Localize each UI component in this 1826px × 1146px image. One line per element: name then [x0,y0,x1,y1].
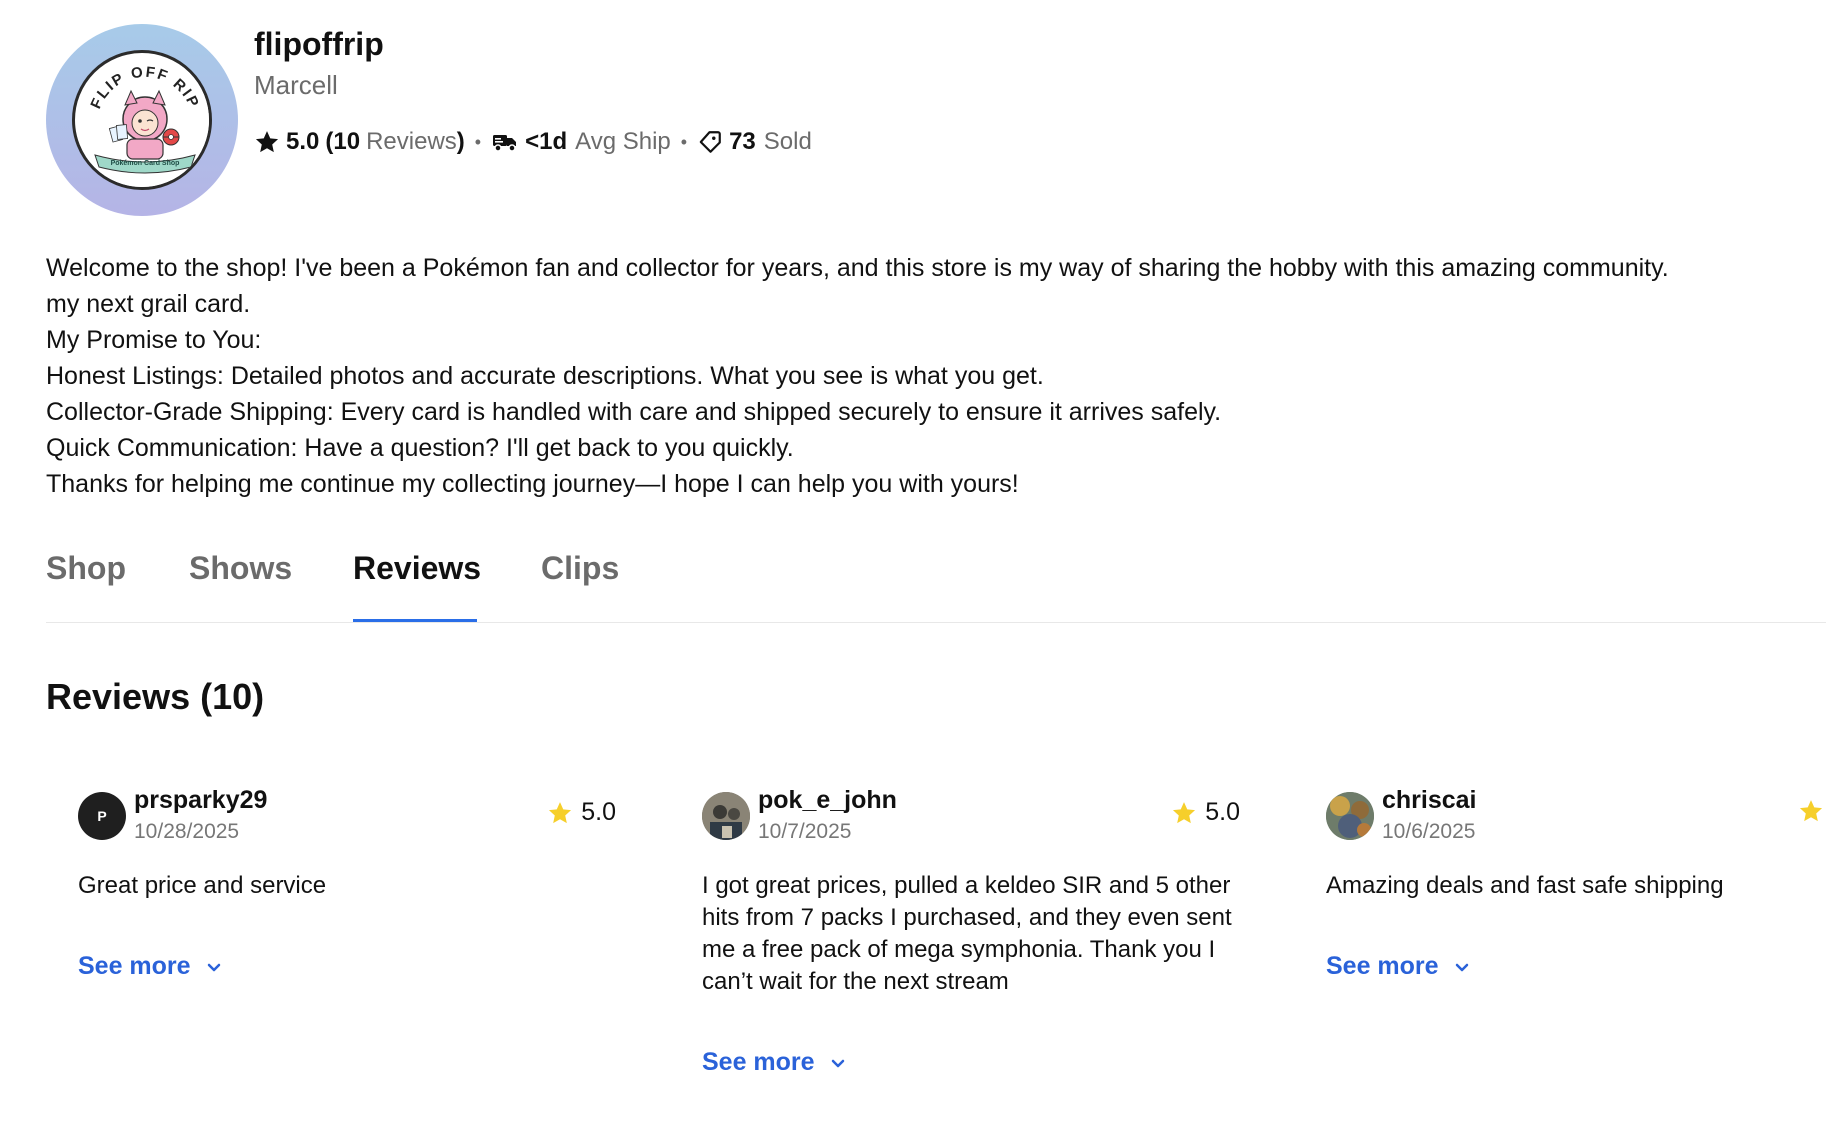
sold-label: Sold [763,128,812,155]
avatar[interactable] [702,792,750,840]
review-card: chriscai 10/6/2025 Amazing deals and fas… [1326,784,1826,1124]
star-icon [254,129,280,155]
shop-username: flipoffrip [254,26,384,62]
review-text: I got great prices, pulled a keldeo SIR … [702,872,1232,995]
avg-ship-value: <1d [525,128,568,155]
see-more-button[interactable]: See more [1326,952,1471,981]
review-rating: 5.0 [547,798,616,827]
review-rating [1798,798,1826,824]
see-more-label: See more [78,952,191,980]
chevron-down-icon [1453,958,1471,976]
review-rating: 5.0 [1171,798,1240,827]
review-text: Great price and service [78,872,327,899]
see-more-label: See more [1326,952,1439,980]
truck-icon [491,130,519,154]
shop-avatar[interactable]: FLIP OFF RIP Pokémon Card Shop [46,24,238,216]
review-date: 10/7/2025 [758,820,852,843]
avg-ship-label: Avg Ship [575,128,671,155]
star-icon [547,800,573,826]
review-date: 10/6/2025 [1382,820,1476,843]
svg-text:Pokémon Card Shop: Pokémon Card Shop [111,160,180,167]
see-more-label: See more [702,1048,815,1076]
sold-count: 73 [729,128,756,155]
tab-reviews[interactable]: Reviews [353,550,481,587]
shop-bio: Welcome to the shop! I've been a Pokémon… [46,250,1826,502]
separator-dot: • [680,131,688,152]
separator-dot: • [474,131,482,152]
bio-line: Quick Communication: Have a question? I'… [46,434,794,462]
bio-line: Welcome to the shop! I've been a Pokémon… [46,254,1669,282]
chevron-down-icon [829,1054,847,1072]
reviews-count[interactable]: 10 [333,128,360,156]
see-more-button[interactable]: See more [78,952,223,981]
shop-display-name: Marcell [254,70,338,100]
tag-icon [697,129,723,155]
profile-tabs: Shop Shows Reviews Clips [46,545,1826,623]
review-rating-value: 5.0 [1205,798,1240,826]
flip-off-rip-logo-icon: FLIP OFF RIP Pokémon Card Shop [72,50,212,190]
chevron-down-icon [205,958,223,976]
review-username[interactable]: prsparky29 [134,786,267,815]
reviews-heading: Reviews (10) [46,676,265,717]
review-card: pok_e_john 10/7/2025 5.0 I got great pri… [702,784,1262,1124]
review-text: Amazing deals and fast safe shipping [1326,872,1724,899]
rating-value: 5.0 [286,128,320,155]
review-card: P prsparky29 10/28/2025 5.0 Great price … [78,784,638,1124]
reviews-label[interactable]: Reviews [366,128,457,156]
tab-shows[interactable]: Shows [189,550,292,587]
bio-line: Honest Listings: Detailed photos and acc… [46,362,1044,390]
review-date: 10/28/2025 [134,820,240,843]
star-icon [1798,798,1824,824]
shop-stats: 5.0 ( 10 Reviews ) • <1d Avg Ship • 73 S [254,128,812,156]
star-icon [1171,800,1197,826]
tab-clips[interactable]: Clips [541,550,619,587]
avatar[interactable] [1326,792,1374,840]
bio-line: My Promise to You: [46,326,262,354]
shop-profile-page: FLIP OFF RIP Pokémon Card Shop flipoffri… [0,0,1826,1146]
review-username[interactable]: pok_e_john [758,786,897,815]
tab-shop[interactable]: Shop [46,550,126,587]
active-tab-indicator [353,619,477,622]
bio-line: Collector-Grade Shipping: Every card is … [46,398,1222,426]
avatar-initial: P [97,808,107,824]
see-more-button[interactable]: See more [702,1048,847,1077]
reviews-open-paren: ( [325,128,334,155]
bio-line: Thanks for helping me continue my collec… [46,470,1019,498]
review-username[interactable]: chriscai [1382,786,1477,815]
bio-line: my next grail card. [46,290,251,318]
avatar[interactable]: P [78,792,126,840]
review-rating-value: 5.0 [581,798,616,826]
reviews-close-paren: ) [456,128,465,155]
